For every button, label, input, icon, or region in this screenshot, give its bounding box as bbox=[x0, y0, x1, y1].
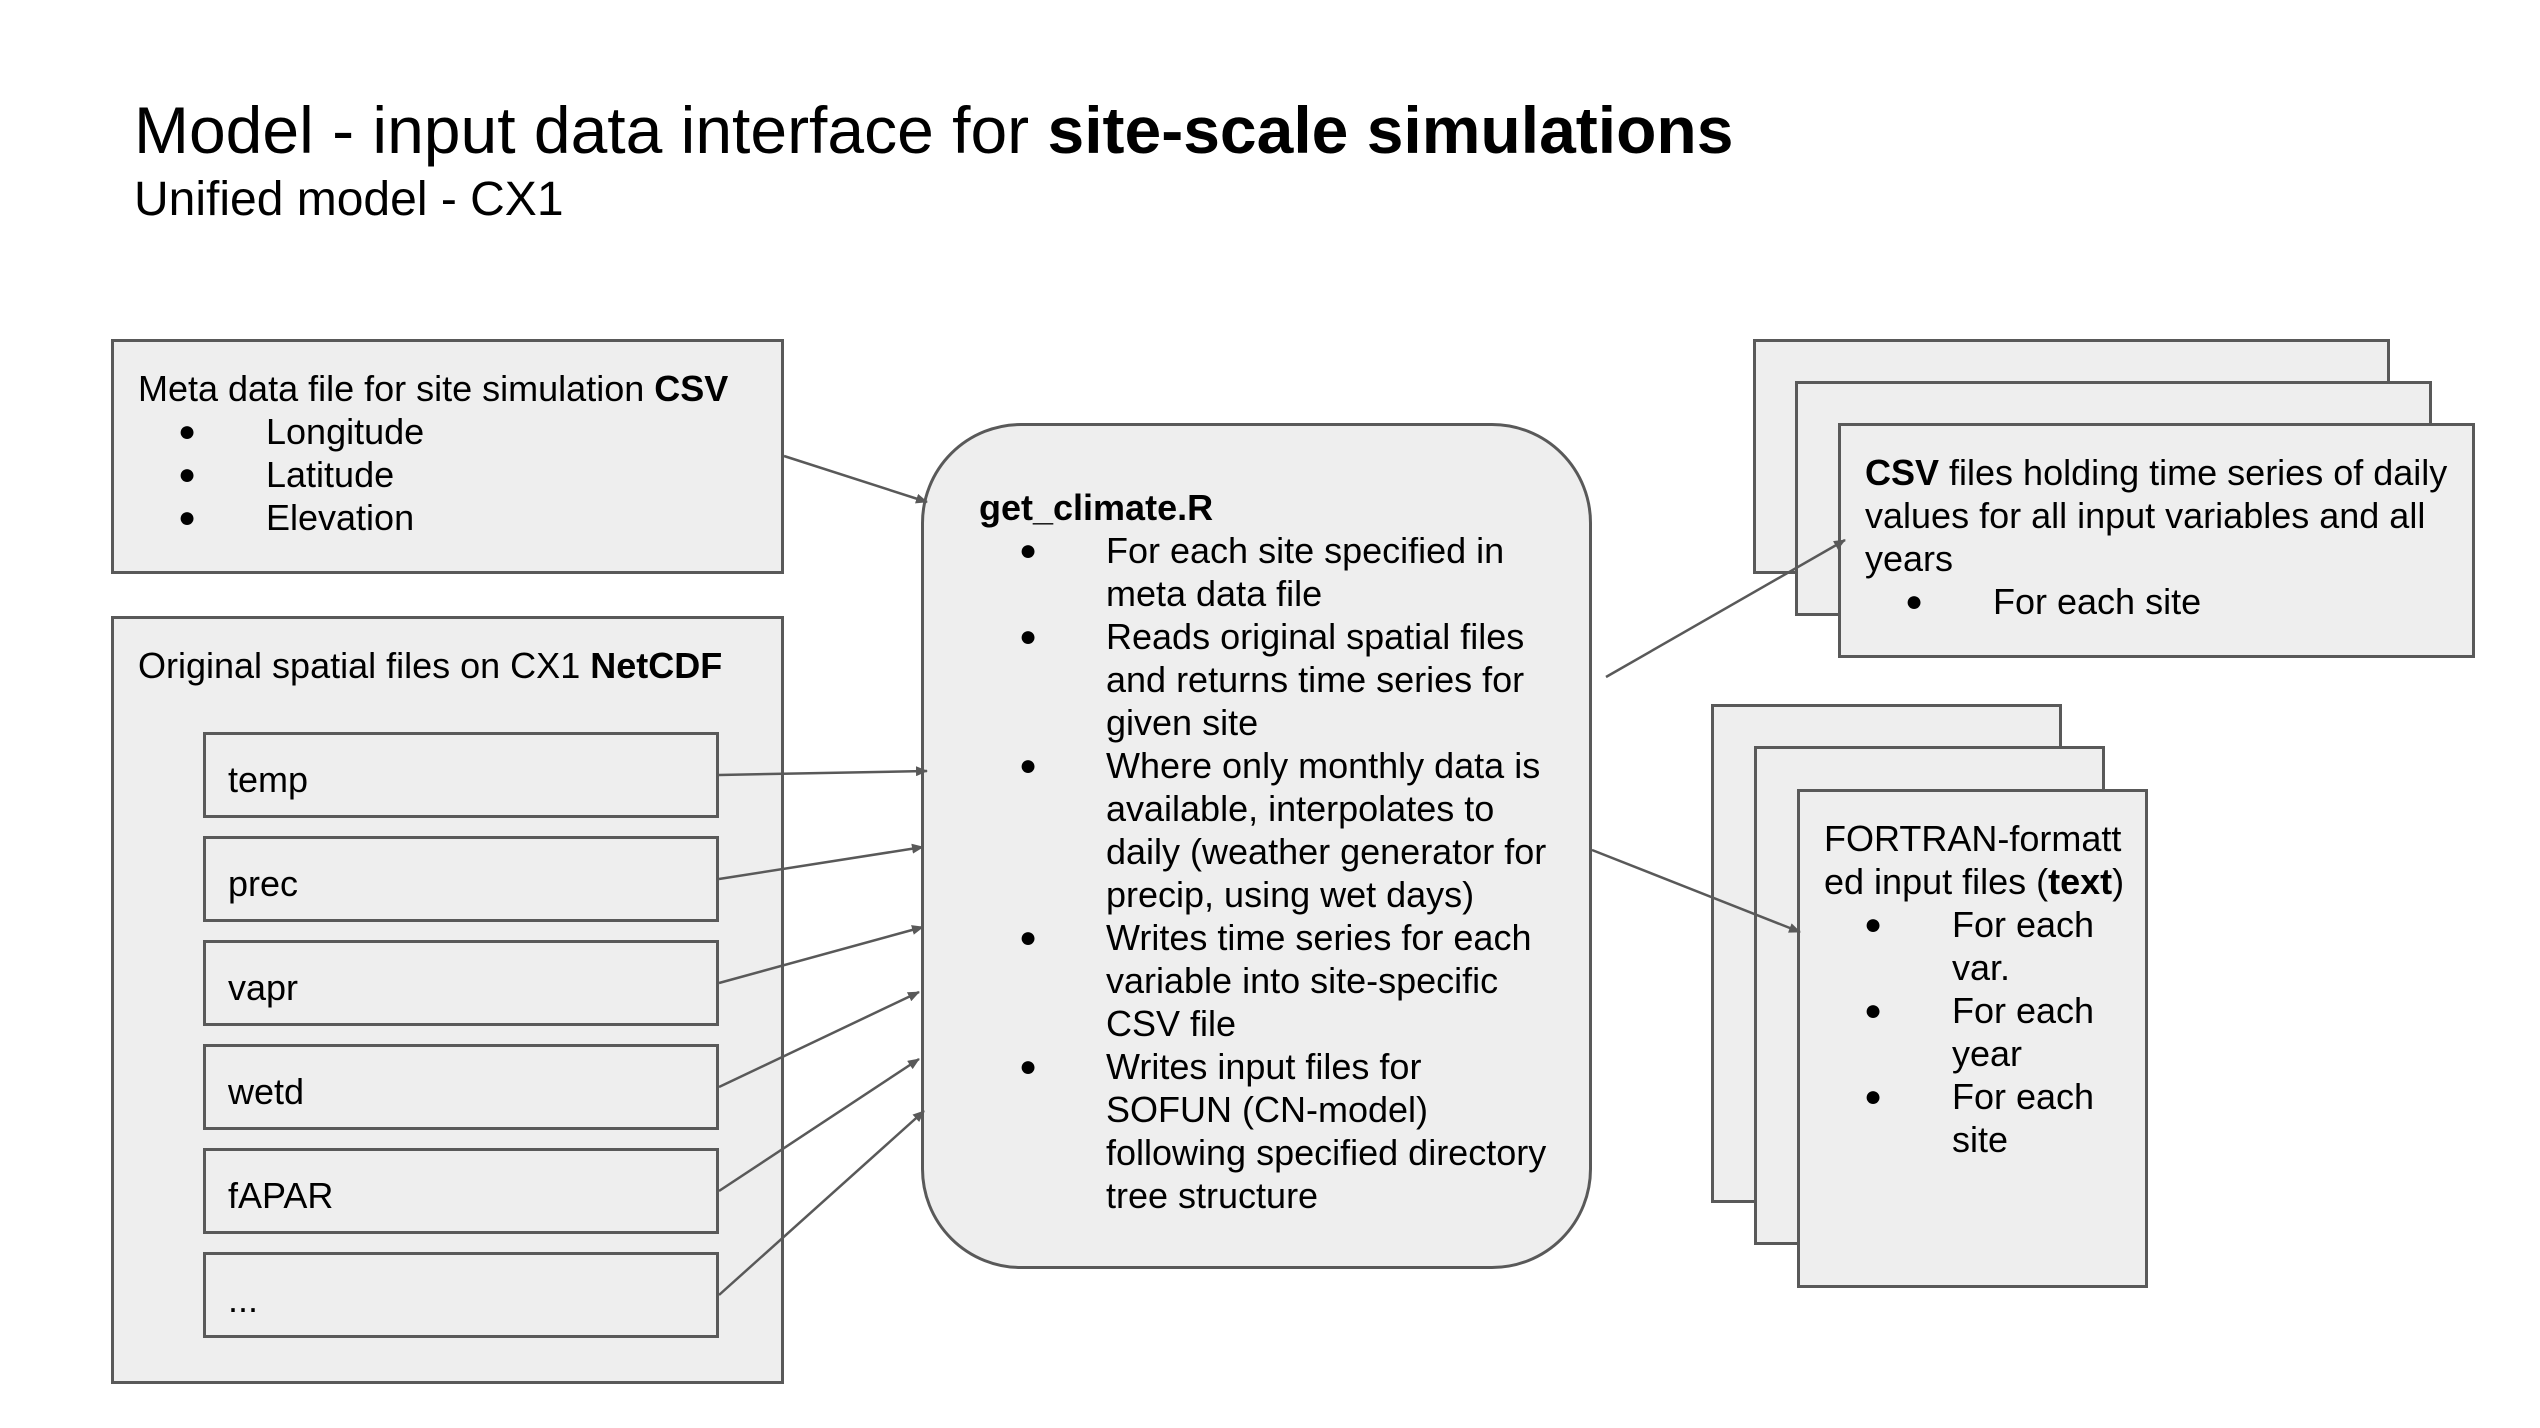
arrow-prec-to-script bbox=[718, 843, 924, 881]
arrow-script-to-fortran bbox=[1591, 848, 1801, 934]
arrow-vapr-to-script bbox=[718, 925, 924, 985]
arrow-fapar-to-script bbox=[718, 1057, 920, 1193]
arrow-more-to-script bbox=[718, 1110, 925, 1296]
arrow-temp-to-script bbox=[718, 766, 928, 777]
arrow-wetd-to-script bbox=[718, 990, 920, 1089]
connector-arrows bbox=[718, 454, 1846, 1296]
arrow-meta-to-script bbox=[783, 454, 928, 504]
arrow-script-to-csv bbox=[1605, 538, 1846, 679]
